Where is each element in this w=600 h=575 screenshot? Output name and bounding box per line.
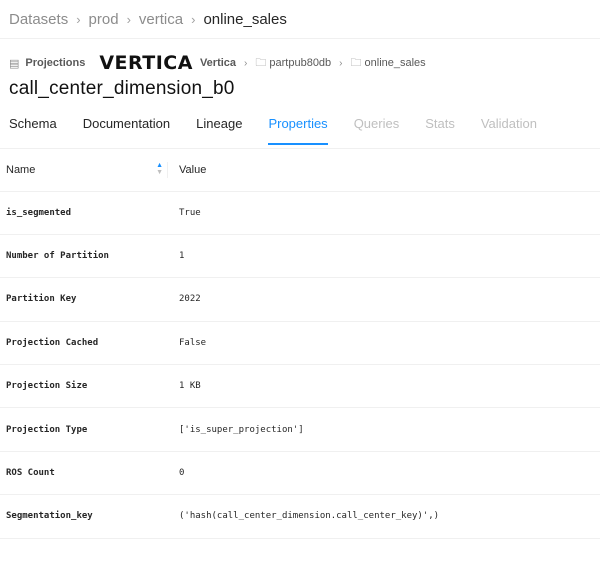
table-row: is_segmented True bbox=[0, 191, 600, 235]
property-value: 1 bbox=[167, 234, 600, 279]
property-name: Projection Size bbox=[0, 364, 167, 409]
chevron-right-icon: › bbox=[339, 57, 343, 69]
tab-schema[interactable]: Schema bbox=[9, 114, 57, 145]
property-value: ('hash(call_center_dimension.call_center… bbox=[167, 494, 600, 539]
property-name: Projection Type bbox=[0, 407, 167, 452]
breadcrumb: Datasets › prod › vertica › online_sales bbox=[0, 0, 600, 39]
property-name: Partition Key bbox=[0, 277, 167, 322]
property-value: False bbox=[167, 321, 600, 366]
folder-icon: 🗀 bbox=[350, 56, 362, 69]
folder-icon: 🗀 bbox=[255, 56, 267, 69]
property-value: ['is_super_projection'] bbox=[167, 407, 600, 452]
tab-bar: Schema Documentation Lineage Properties … bbox=[0, 114, 600, 149]
property-name: Number of Partition bbox=[0, 234, 167, 279]
property-name: ROS Count bbox=[0, 451, 167, 496]
breadcrumb-prod[interactable]: prod bbox=[89, 11, 119, 28]
chevron-right-icon: › bbox=[244, 57, 248, 69]
property-name: Segmentation_key bbox=[0, 494, 167, 539]
column-header-name-label: Name bbox=[6, 163, 36, 176]
vertica-logo-icon: VERTICA bbox=[99, 52, 193, 74]
property-value: True bbox=[167, 191, 600, 235]
chevron-right-icon: › bbox=[126, 11, 131, 27]
column-header-value: Value bbox=[167, 149, 600, 192]
tab-lineage[interactable]: Lineage bbox=[196, 114, 242, 145]
breadcrumb-datasets[interactable]: Datasets bbox=[9, 11, 68, 28]
property-name: Projection Cached bbox=[0, 321, 167, 366]
tab-validation: Validation bbox=[480, 116, 537, 131]
table-row: Partition Key 2022 bbox=[0, 277, 600, 322]
table-row: Projection Size 1 KB bbox=[0, 364, 600, 409]
chevron-right-icon: › bbox=[76, 11, 81, 27]
properties-table: Name ▲ ▼ Value is_segmented True Number o… bbox=[0, 149, 600, 539]
breadcrumb-vertica[interactable]: vertica bbox=[139, 11, 183, 28]
tab-documentation[interactable]: Documentation bbox=[83, 114, 170, 145]
tab-stats: Stats bbox=[425, 116, 455, 131]
property-name: is_segmented bbox=[0, 191, 167, 235]
property-value: 2022 bbox=[167, 277, 600, 322]
table-row: Projection Cached False bbox=[0, 321, 600, 366]
column-header-name[interactable]: Name ▲ ▼ bbox=[0, 149, 168, 192]
table-row: Projection Type ['is_super_projection'] bbox=[0, 407, 600, 452]
table-row: Segmentation_key ('hash(call_center_dime… bbox=[0, 494, 600, 539]
column-divider bbox=[167, 162, 168, 178]
entity-type-label: Projections bbox=[25, 57, 86, 69]
breadcrumb-online-sales[interactable]: online_sales bbox=[203, 11, 286, 28]
platform-logo: VERTICA Vertica bbox=[99, 52, 236, 74]
tab-queries: Queries bbox=[353, 116, 400, 131]
table-row: ROS Count 0 bbox=[0, 451, 600, 496]
sort-icon[interactable]: ▲ ▼ bbox=[156, 162, 163, 176]
chevron-right-icon: › bbox=[191, 11, 196, 27]
table-icon: ▤ bbox=[9, 57, 20, 70]
entity-subheader: ▤ Projections VERTICA Vertica › 🗀 partpu… bbox=[0, 50, 600, 76]
container-link-schema[interactable]: online_sales bbox=[365, 57, 426, 69]
container-link-db[interactable]: partpub80db bbox=[269, 57, 331, 69]
table-row: Number of Partition 1 bbox=[0, 234, 600, 279]
table-header-row: Name ▲ ▼ Value bbox=[0, 149, 600, 192]
property-value: 0 bbox=[167, 451, 600, 496]
page-title: call_center_dimension_b0 bbox=[9, 78, 235, 99]
platform-name: Vertica bbox=[199, 57, 237, 69]
property-value: 1 KB bbox=[167, 364, 600, 409]
tab-properties[interactable]: Properties bbox=[268, 114, 328, 145]
